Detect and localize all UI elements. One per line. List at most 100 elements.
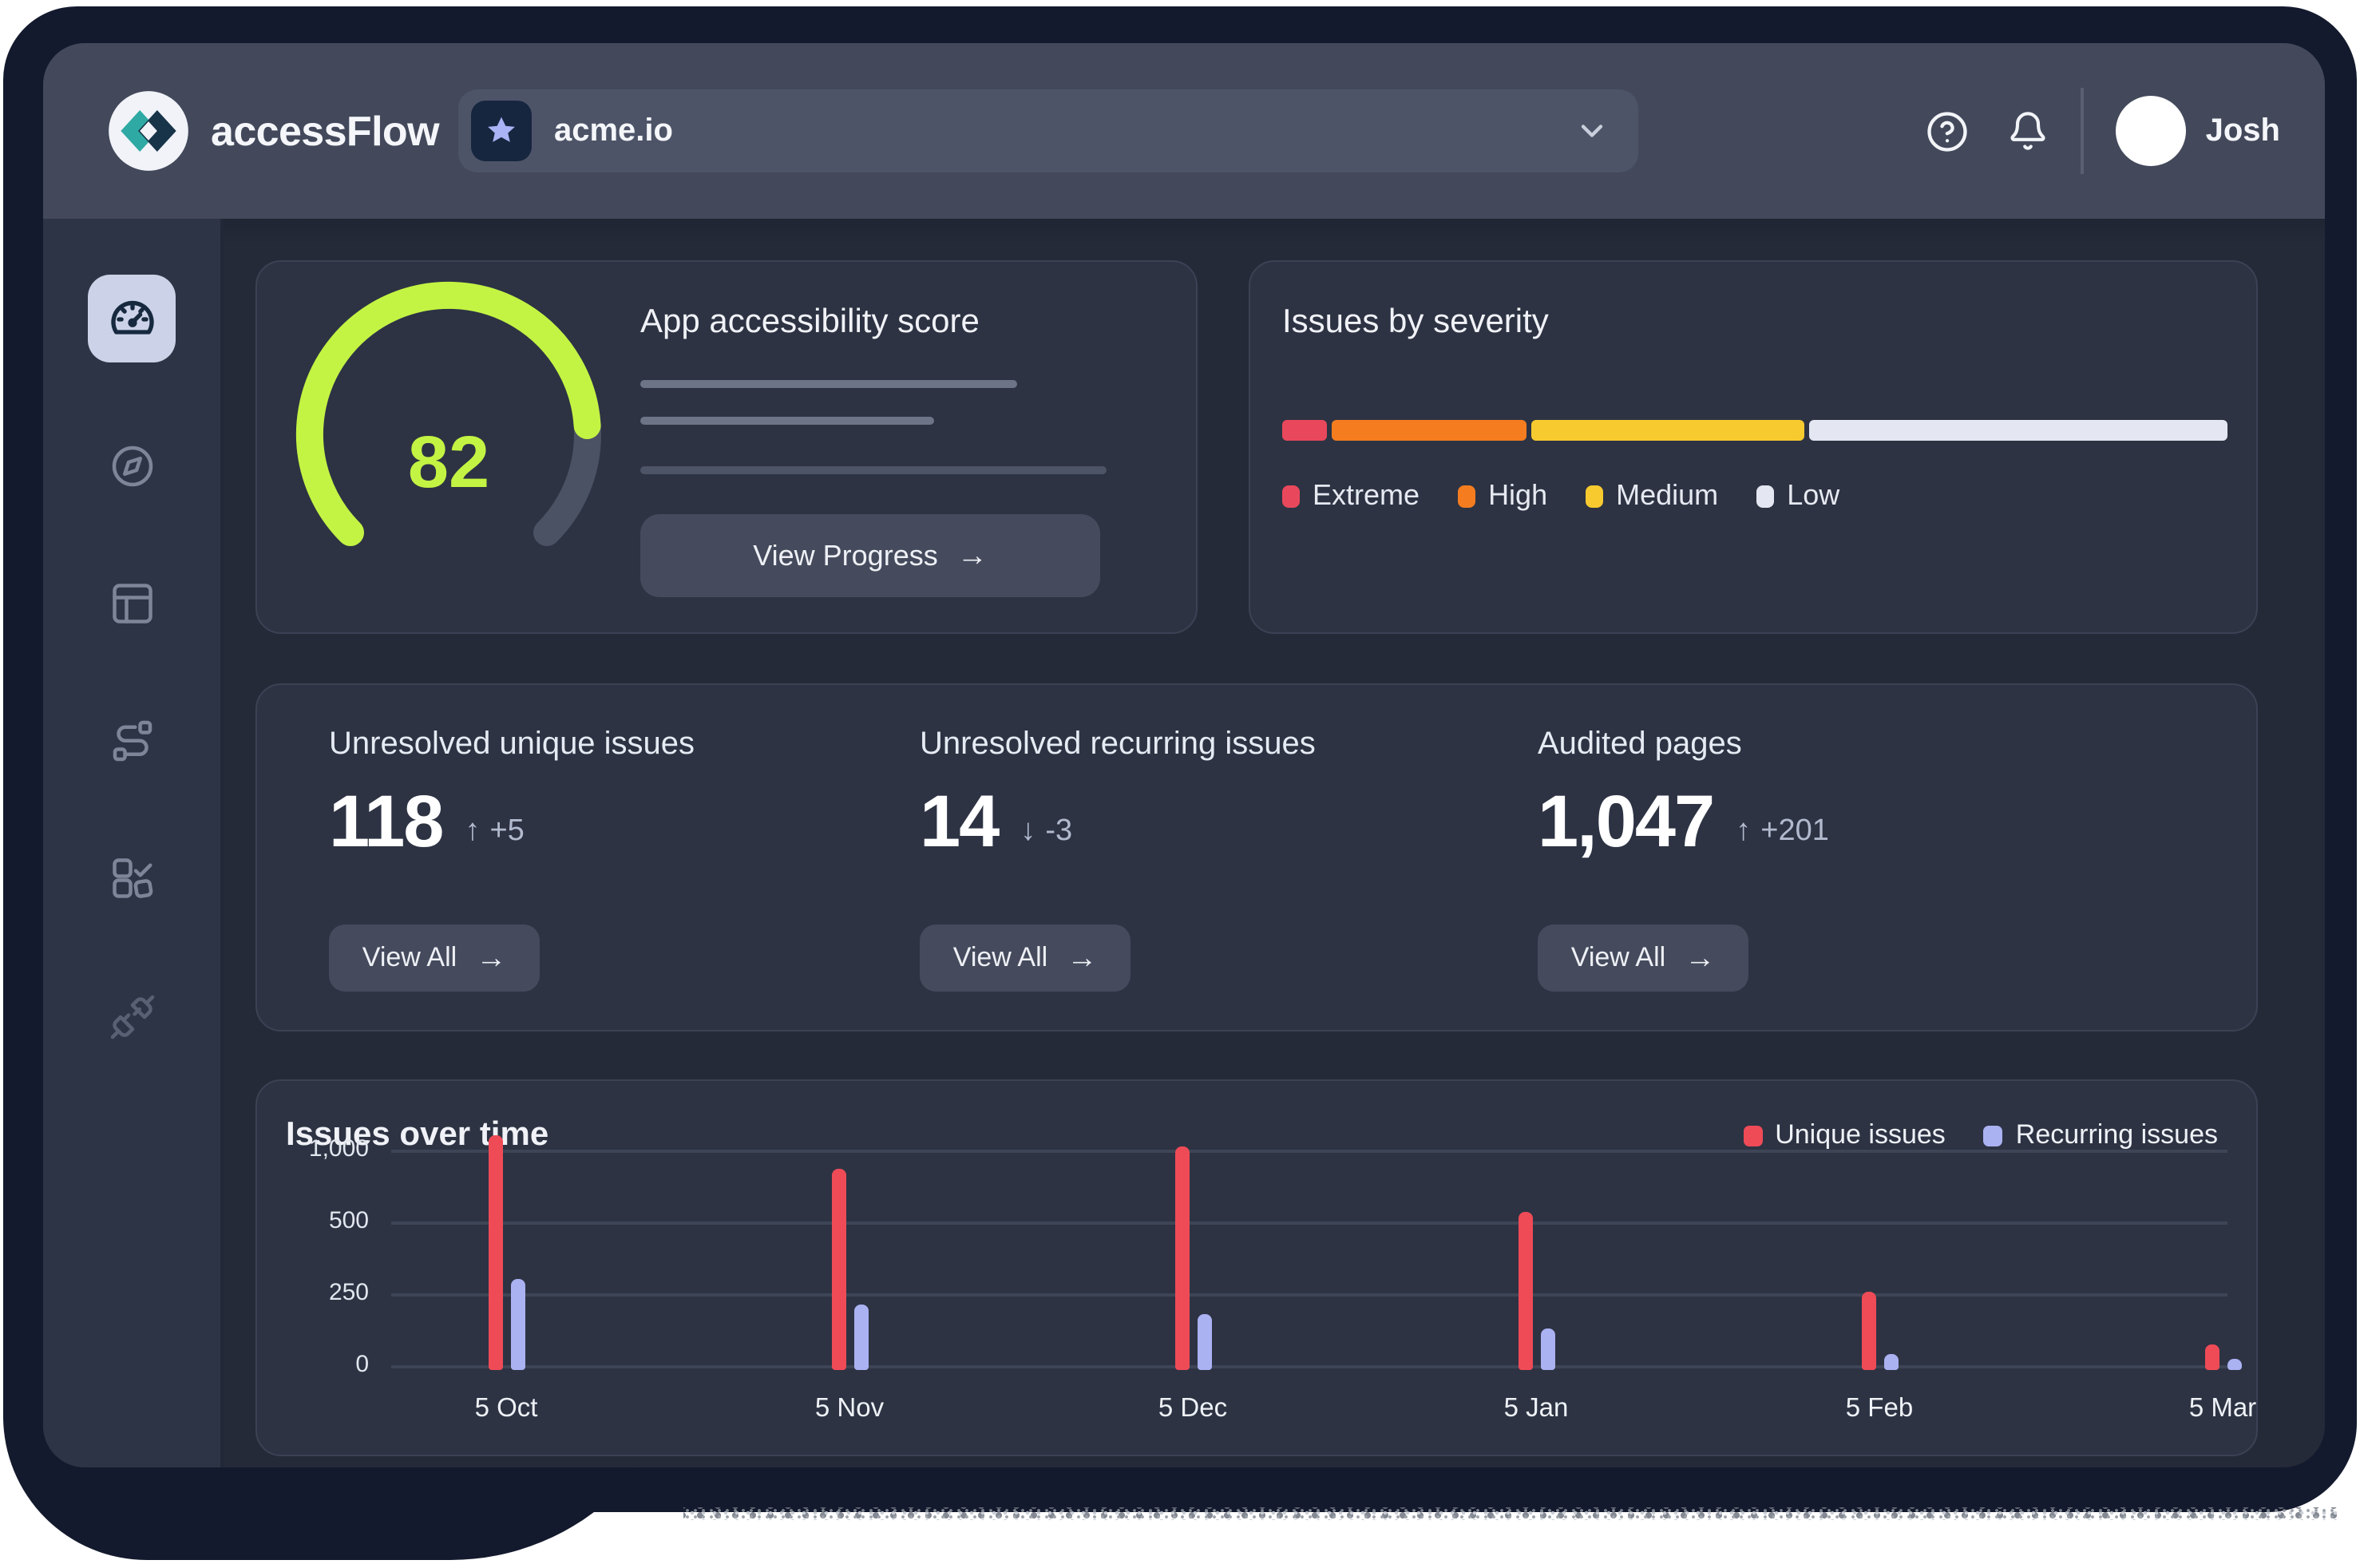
severity-card: Issues by severity Extreme High Medium Low	[1249, 260, 2258, 634]
sidebar-item-explore[interactable]	[109, 442, 156, 490]
x-tick-label: 5 Dec	[1121, 1394, 1265, 1424]
legend-item-medium: Medium	[1586, 479, 1718, 513]
stat-title: Audited pages	[1538, 727, 1742, 763]
grid-check-icon	[109, 854, 156, 902]
frame-shadow-noise	[683, 1507, 2338, 1520]
sidebar-item-flows[interactable]	[109, 717, 156, 765]
score-card-title: App accessibility score	[640, 303, 980, 342]
score-value: 82	[279, 418, 618, 505]
severity-stacked-bar	[1282, 420, 2227, 441]
x-tick-label: 5 Nov	[778, 1394, 921, 1424]
arrow-up-icon: ↑	[465, 814, 480, 849]
skeleton-line	[640, 466, 1107, 474]
severity-segment-extreme	[1282, 420, 1328, 441]
y-tick-label: 1,000	[279, 1135, 369, 1162]
gridline	[391, 1150, 2227, 1152]
legend-swatch-icon	[1282, 485, 1300, 507]
gridline	[391, 1222, 2227, 1224]
view-all-recurring-button[interactable]: View All →	[920, 925, 1131, 992]
sidebar-item-audits[interactable]	[109, 854, 156, 902]
severity-segment-high	[1332, 420, 1527, 441]
score-gauge: 82	[279, 281, 618, 552]
compass-icon	[109, 442, 156, 490]
bar-group-5-feb	[1861, 1292, 1898, 1370]
topbar-right: Josh	[1926, 88, 2280, 174]
legend-item-low: Low	[1756, 479, 1839, 513]
unique-bar	[831, 1168, 845, 1370]
arrow-up-icon: ↑	[1736, 814, 1751, 849]
sidebar	[43, 219, 224, 1467]
sidebar-item-pages[interactable]	[109, 580, 156, 628]
project-selector-value: acme.io	[554, 113, 673, 149]
legend-item-extreme: Extreme	[1282, 479, 1420, 513]
sidebar-item-integrations[interactable]	[109, 993, 156, 1041]
bar-group-5-nov	[831, 1168, 868, 1370]
stats-card: Unresolved unique issues 118 ↑ +5 View A…	[255, 683, 2258, 1031]
recurring-bar	[1883, 1354, 1898, 1370]
stat-value: 1,047	[1538, 784, 1713, 857]
chart-legend-item: Recurring issues	[1984, 1119, 2218, 1151]
arrow-right-icon: →	[957, 540, 988, 571]
stat-delta: ↑ +201	[1736, 814, 1829, 857]
unique-bar	[2204, 1344, 2219, 1370]
stat-value: 118	[329, 784, 442, 857]
project-selector[interactable]: acme.io	[458, 89, 1638, 172]
chevron-down-icon	[1574, 113, 1610, 148]
severity-legend: Extreme High Medium Low	[1282, 479, 1839, 513]
bar-group-5-jan	[1518, 1211, 1554, 1370]
stat-value: 14	[920, 784, 998, 857]
recurring-bar	[510, 1279, 525, 1370]
recurring-bar	[1197, 1313, 1211, 1370]
avatar[interactable]	[2116, 96, 2187, 166]
legend-swatch-icon	[1458, 485, 1475, 507]
plug-icon	[109, 993, 156, 1041]
topbar-divider	[2081, 88, 2085, 174]
gridline	[391, 1293, 2227, 1296]
x-tick-label: 5 Mar	[2151, 1394, 2295, 1424]
severity-segment-low	[1809, 420, 2227, 441]
unique-bar	[488, 1135, 502, 1370]
view-all-audited-button[interactable]: View All →	[1538, 925, 1748, 992]
view-progress-button[interactable]: View Progress →	[640, 514, 1100, 597]
chart-legend: Unique issuesRecurring issues	[1743, 1119, 2218, 1151]
project-badge	[471, 101, 532, 161]
arrow-right-icon: →	[1685, 943, 1715, 973]
route-icon	[109, 717, 156, 765]
user-name: Josh	[2206, 113, 2280, 149]
layout-icon	[109, 580, 156, 628]
legend-swatch-icon	[1743, 1125, 1762, 1146]
legend-item-high: High	[1458, 479, 1547, 513]
y-tick-label: 0	[279, 1351, 369, 1378]
x-tick-label: 5 Feb	[1808, 1394, 1951, 1424]
unique-bar	[1518, 1211, 1532, 1370]
gauge-icon	[106, 293, 157, 344]
bar-chart: 5 Oct5 Nov5 Dec5 Jan5 Feb5 Mar	[391, 1150, 2227, 1365]
help-icon[interactable]	[1926, 109, 1970, 152]
stat-delta: ↑ +5	[465, 814, 524, 857]
screenshot-stage: accessFlow acme.io	[0, 0, 2360, 1568]
stat-delta: ↓ -3	[1020, 814, 1072, 857]
topbar-shade	[43, 219, 2325, 244]
x-tick-label: 5 Oct	[434, 1394, 578, 1424]
severity-segment-medium	[1532, 420, 1804, 441]
arrow-right-icon: →	[476, 943, 506, 973]
legend-swatch-icon	[1756, 485, 1774, 507]
arrow-down-icon: ↓	[1020, 814, 1035, 849]
app-window: accessFlow acme.io	[43, 43, 2325, 1467]
bell-icon[interactable]	[2008, 110, 2049, 152]
recurring-bar	[853, 1305, 868, 1370]
topbar: accessFlow acme.io	[43, 43, 2325, 219]
brand-logo-icon	[107, 89, 190, 172]
view-all-unique-button[interactable]: View All →	[329, 925, 540, 992]
bar-group-5-oct	[488, 1135, 525, 1370]
stat-title: Unresolved recurring issues	[920, 727, 1316, 763]
sidebar-item-dashboard[interactable]	[88, 275, 176, 362]
severity-card-title: Issues by severity	[1282, 303, 1549, 342]
unique-bar	[1174, 1146, 1189, 1370]
bar-group-5-dec	[1174, 1146, 1211, 1370]
score-card: 82 App accessibility score View Progress…	[255, 260, 1198, 634]
star-icon	[484, 113, 519, 148]
skeleton-line	[640, 380, 1017, 388]
y-tick-label: 250	[279, 1279, 369, 1306]
view-progress-label: View Progress	[753, 539, 937, 572]
